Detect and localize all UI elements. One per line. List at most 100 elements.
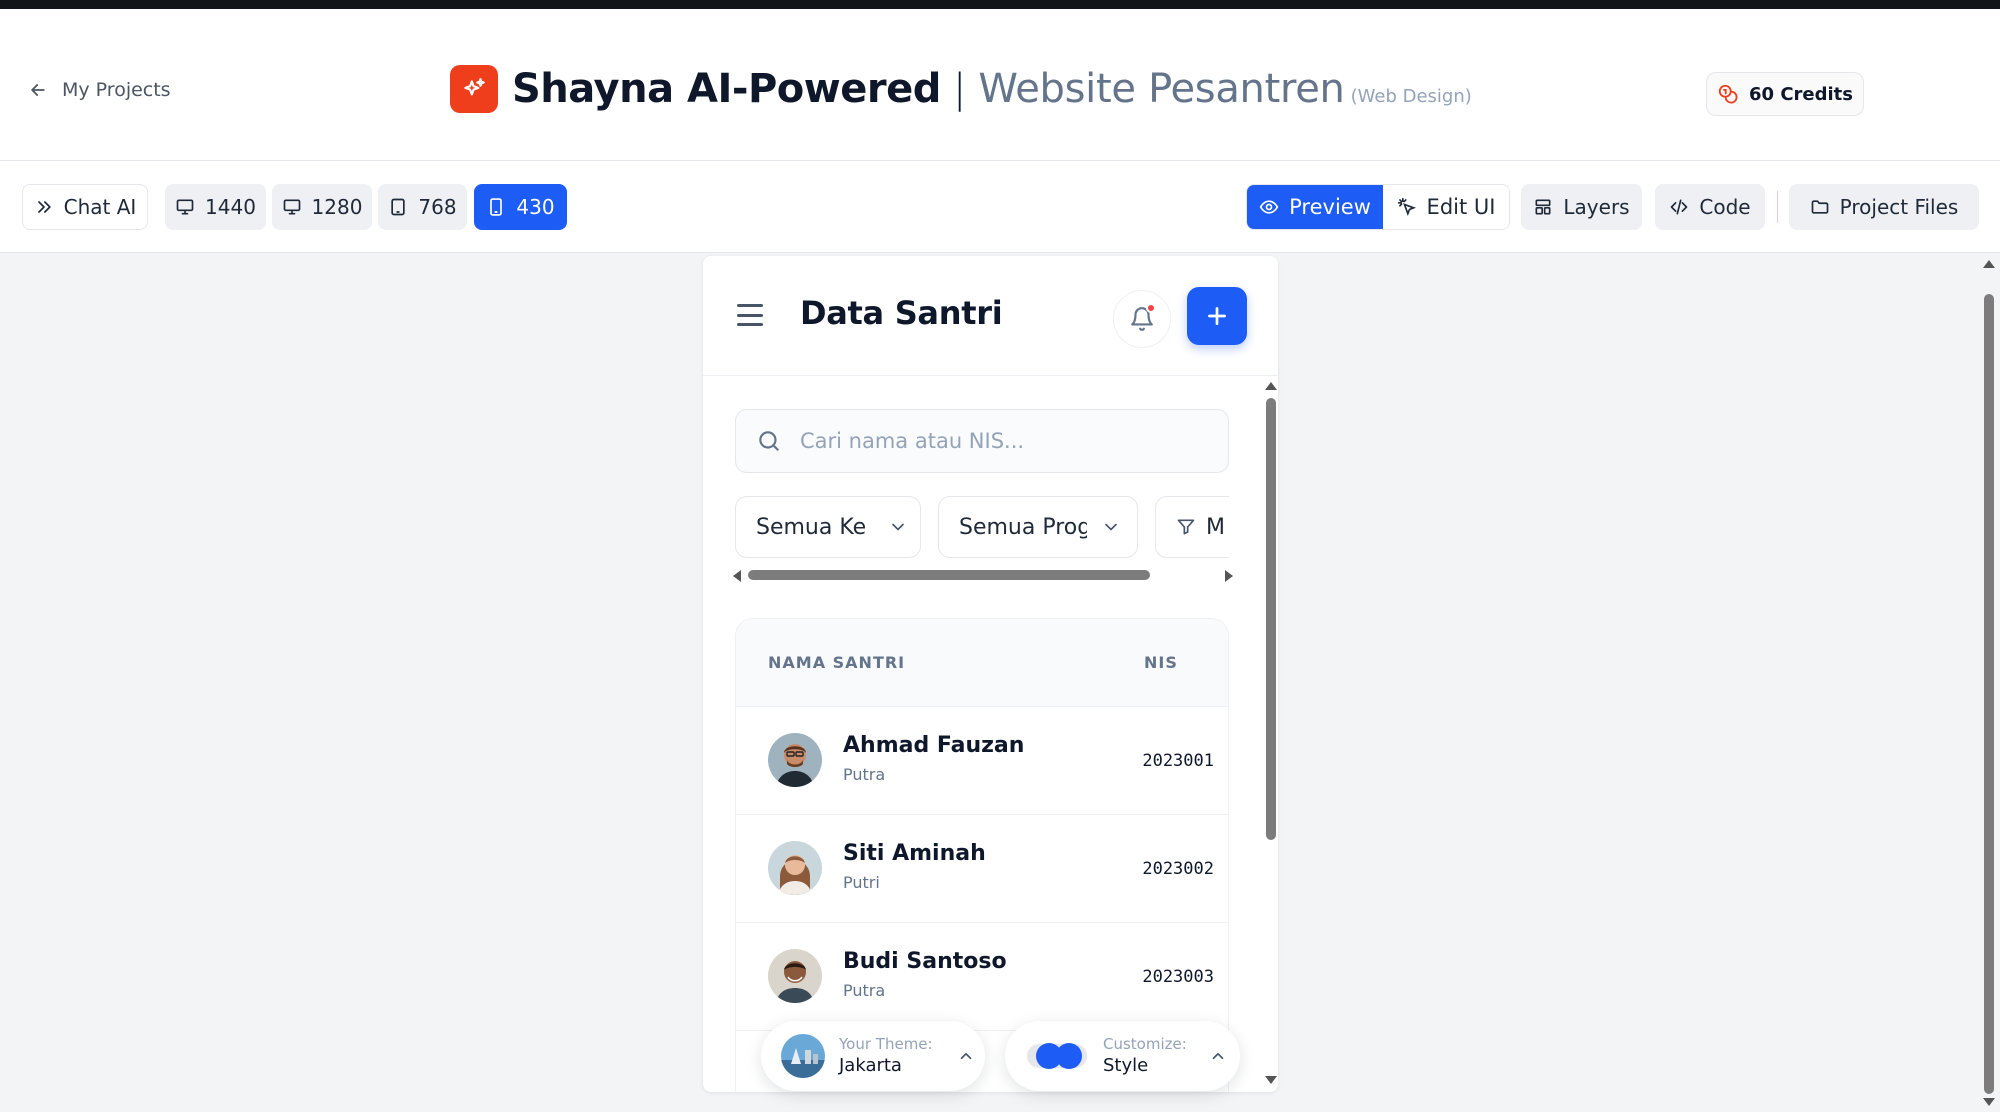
toolbar: Chat AI 1440 1280 768 430 Preview Edit U… bbox=[0, 161, 2000, 253]
add-santri-button[interactable] bbox=[1187, 287, 1247, 345]
avatar bbox=[768, 733, 822, 787]
viewport-1440-button[interactable]: 1440 bbox=[165, 184, 266, 230]
chat-ai-label: Chat AI bbox=[63, 195, 137, 219]
chevron-down-icon bbox=[1105, 523, 1117, 531]
layers-label: Layers bbox=[1563, 195, 1630, 219]
class-filter-dropdown[interactable]: Semua Kel bbox=[735, 496, 921, 558]
filter-bar: Semua Kel Semua Prog M bbox=[735, 496, 1229, 560]
notification-dot bbox=[1146, 303, 1156, 313]
column-header-nis: NIS bbox=[1144, 653, 1178, 672]
santri-name: Siti Aminah bbox=[843, 841, 986, 866]
customize-caption: Customize: bbox=[1103, 1035, 1187, 1053]
santri-nis: 2023003 bbox=[1142, 967, 1214, 987]
scroll-down-arrow[interactable] bbox=[1983, 1098, 1995, 1106]
chevron-up-icon bbox=[1212, 1052, 1224, 1060]
viewport-768-button[interactable]: 768 bbox=[378, 184, 467, 230]
coins-icon bbox=[1718, 84, 1738, 104]
edit-ui-button[interactable]: Edit UI bbox=[1383, 185, 1509, 229]
viewport-label: 1280 bbox=[311, 195, 363, 219]
santri-nis: 2023002 bbox=[1142, 859, 1214, 879]
viewport-label: 768 bbox=[418, 195, 457, 219]
project-files-label: Project Files bbox=[1839, 195, 1959, 219]
layout-panels-icon bbox=[1535, 199, 1551, 215]
code-label: Code bbox=[1699, 195, 1751, 219]
chevrons-right-icon bbox=[37, 201, 51, 213]
back-to-projects-link[interactable]: My Projects bbox=[28, 79, 171, 101]
scroll-up-arrow[interactable] bbox=[1265, 382, 1277, 390]
more-filter-button[interactable]: M bbox=[1155, 496, 1229, 558]
toolbar-divider bbox=[1777, 191, 1778, 223]
scrollbar-thumb[interactable] bbox=[1984, 294, 1994, 1094]
canvas-scrollbar[interactable] bbox=[1978, 254, 2000, 1112]
scroll-right-arrow[interactable] bbox=[1225, 570, 1233, 582]
program-filter-dropdown[interactable]: Semua Prog bbox=[938, 496, 1138, 558]
search-input[interactable] bbox=[800, 429, 1220, 453]
viewport-label: 1440 bbox=[205, 195, 256, 219]
avatar bbox=[768, 949, 822, 1003]
title-separator: | bbox=[952, 66, 967, 112]
preview-button[interactable]: Preview bbox=[1247, 185, 1383, 229]
theme-thumbnail bbox=[781, 1034, 825, 1078]
customize-value: Style bbox=[1103, 1055, 1149, 1076]
column-header-name: NAMA SANTRI bbox=[768, 653, 906, 672]
preview-label: Preview bbox=[1289, 195, 1371, 219]
chat-ai-button[interactable]: Chat AI bbox=[22, 184, 148, 230]
santri-gender: Putra bbox=[843, 765, 886, 784]
edit-ui-label: Edit UI bbox=[1426, 195, 1496, 219]
search-field[interactable] bbox=[735, 409, 1229, 473]
theme-value: Jakarta bbox=[839, 1055, 902, 1076]
santri-gender: Putra bbox=[843, 981, 886, 1000]
project-type: (Web Design) bbox=[1350, 85, 1472, 107]
scrollbar-thumb[interactable] bbox=[1266, 398, 1276, 840]
filter-label: Semua Prog bbox=[959, 514, 1087, 540]
project-name: Website Pesantren bbox=[978, 66, 1345, 112]
table-row[interactable]: Budi Santoso Putra 2023003 bbox=[736, 923, 1228, 1031]
search-icon bbox=[759, 431, 779, 451]
table-header: NAMA SANTRI NIS bbox=[736, 619, 1228, 707]
filter-icon bbox=[1177, 519, 1195, 535]
monitor-icon bbox=[283, 199, 300, 215]
table-row[interactable]: Ahmad Fauzan Putra 2023001 bbox=[736, 707, 1228, 815]
app-header: My Projects Shayna AI-Powered | Website … bbox=[0, 9, 2000, 161]
toggle-style-icon bbox=[1027, 1043, 1087, 1069]
theme-text: Your Theme: Jakarta bbox=[839, 1034, 949, 1078]
layers-button[interactable]: Layers bbox=[1521, 184, 1642, 230]
theme-selector[interactable]: Your Theme: Jakarta bbox=[761, 1021, 985, 1091]
preview-app-header: Data Santri bbox=[703, 256, 1278, 376]
santri-name: Ahmad Fauzan bbox=[843, 733, 1025, 758]
code-button[interactable]: Code bbox=[1655, 184, 1765, 230]
viewport-1280-button[interactable]: 1280 bbox=[272, 184, 372, 230]
filter-horizontal-scrollbar[interactable] bbox=[733, 566, 1233, 584]
scroll-down-arrow[interactable] bbox=[1265, 1076, 1277, 1084]
app-name: Shayna AI-Powered bbox=[512, 66, 941, 112]
avatar bbox=[768, 841, 822, 895]
chevron-up-icon bbox=[960, 1052, 972, 1060]
tablet-icon bbox=[391, 198, 406, 216]
eye-icon bbox=[1259, 200, 1279, 214]
view-mode-switch: Preview Edit UI bbox=[1246, 184, 1510, 230]
filter-label: M bbox=[1206, 514, 1225, 540]
chevron-down-icon bbox=[892, 523, 904, 531]
project-title: Shayna AI-Powered | Website Pesantren (W… bbox=[450, 61, 1472, 117]
viewport-430-button[interactable]: 430 bbox=[474, 184, 567, 230]
credits-badge[interactable]: 60 Credits bbox=[1706, 72, 1864, 116]
arrow-left-icon bbox=[31, 84, 45, 96]
scroll-up-arrow[interactable] bbox=[1983, 260, 1995, 268]
customize-style-selector[interactable]: Customize: Style bbox=[1005, 1021, 1240, 1091]
project-files-button[interactable]: Project Files bbox=[1789, 184, 1979, 230]
window-top-strip bbox=[0, 0, 2000, 9]
scrollbar-thumb[interactable] bbox=[748, 570, 1150, 580]
notification-button[interactable] bbox=[1113, 290, 1171, 348]
filter-label: Semua Kel bbox=[756, 514, 868, 540]
santri-gender: Putri bbox=[843, 873, 880, 892]
scroll-left-arrow[interactable] bbox=[733, 570, 741, 582]
santri-nis: 2023001 bbox=[1142, 751, 1214, 771]
preview-vertical-scrollbar[interactable] bbox=[1264, 376, 1278, 1092]
plus-icon bbox=[1208, 307, 1226, 325]
code-icon bbox=[1671, 199, 1688, 215]
menu-icon[interactable] bbox=[737, 304, 763, 326]
back-label: My Projects bbox=[62, 79, 171, 101]
table-row[interactable]: Siti Aminah Putri 2023002 bbox=[736, 815, 1228, 923]
folder-icon bbox=[1811, 200, 1828, 214]
cursor-click-icon bbox=[1397, 197, 1416, 217]
